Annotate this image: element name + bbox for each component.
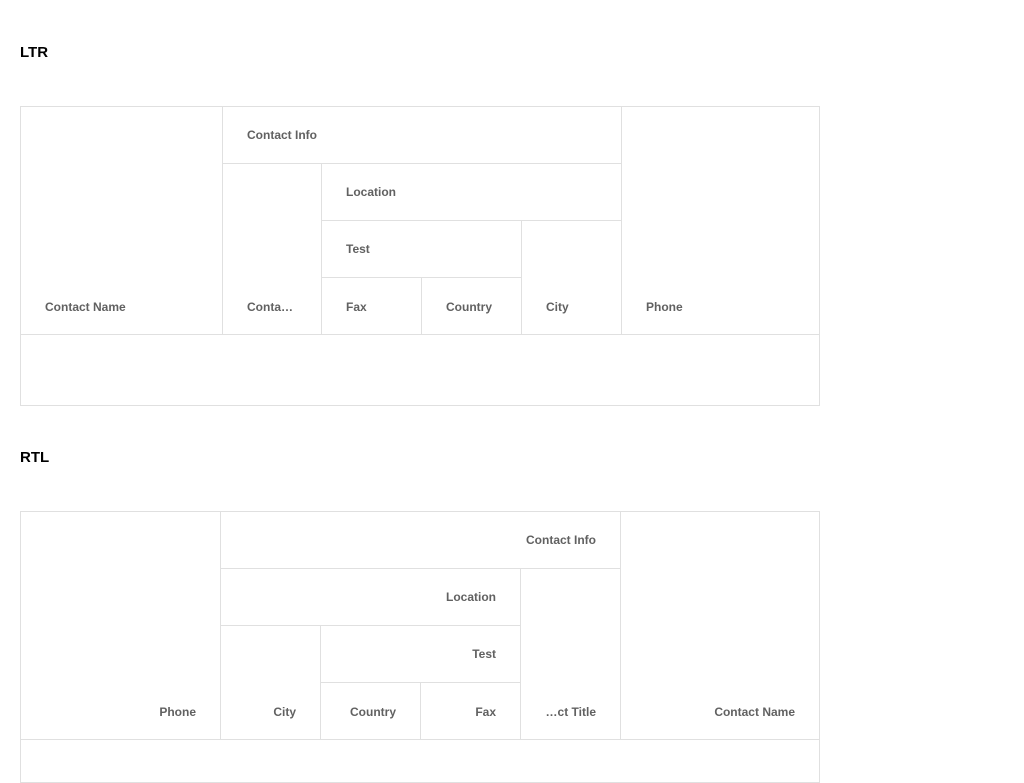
ltr-header-country[interactable]: Country — [421, 278, 521, 335]
ltr-header-location[interactable]: Location — [321, 164, 622, 221]
rtl-header-phone[interactable]: Phone — [21, 512, 220, 740]
rtl-header-contact-info[interactable]: Contact Info — [220, 512, 620, 569]
rtl-header-country[interactable]: Country — [320, 683, 420, 740]
ltr-header-fax[interactable]: Fax — [321, 278, 421, 335]
ltr-header-phone[interactable]: Phone — [621, 107, 819, 335]
rtl-grid: Phone Contact Info Location City Test Co… — [20, 511, 820, 783]
rtl-header-contact-name[interactable]: Contact Name — [620, 512, 819, 740]
ltr-header-contact-name[interactable]: Contact Name — [21, 107, 222, 335]
rtl-grid-body — [21, 740, 819, 782]
ltr-header-contact-info[interactable]: Contact Info — [222, 107, 622, 164]
rtl-header-fax[interactable]: Fax — [420, 683, 520, 740]
rtl-header-location[interactable]: Location — [220, 569, 520, 626]
ltr-section-title: LTR — [20, 44, 49, 61]
ltr-header-city[interactable]: City — [521, 221, 622, 335]
rtl-header-test[interactable]: Test — [320, 626, 520, 683]
ltr-header-test[interactable]: Test — [321, 221, 521, 278]
rtl-header-city[interactable]: City — [220, 626, 320, 740]
ltr-header-contact-title[interactable]: Contact Title — [222, 164, 321, 335]
rtl-section-title: RTL — [20, 449, 50, 466]
rtl-header-contact-title[interactable]: Contact Title — [520, 569, 620, 740]
ltr-grid: Contact Name Contact Info Contact Title … — [20, 106, 820, 406]
ltr-grid-body — [21, 335, 819, 405]
